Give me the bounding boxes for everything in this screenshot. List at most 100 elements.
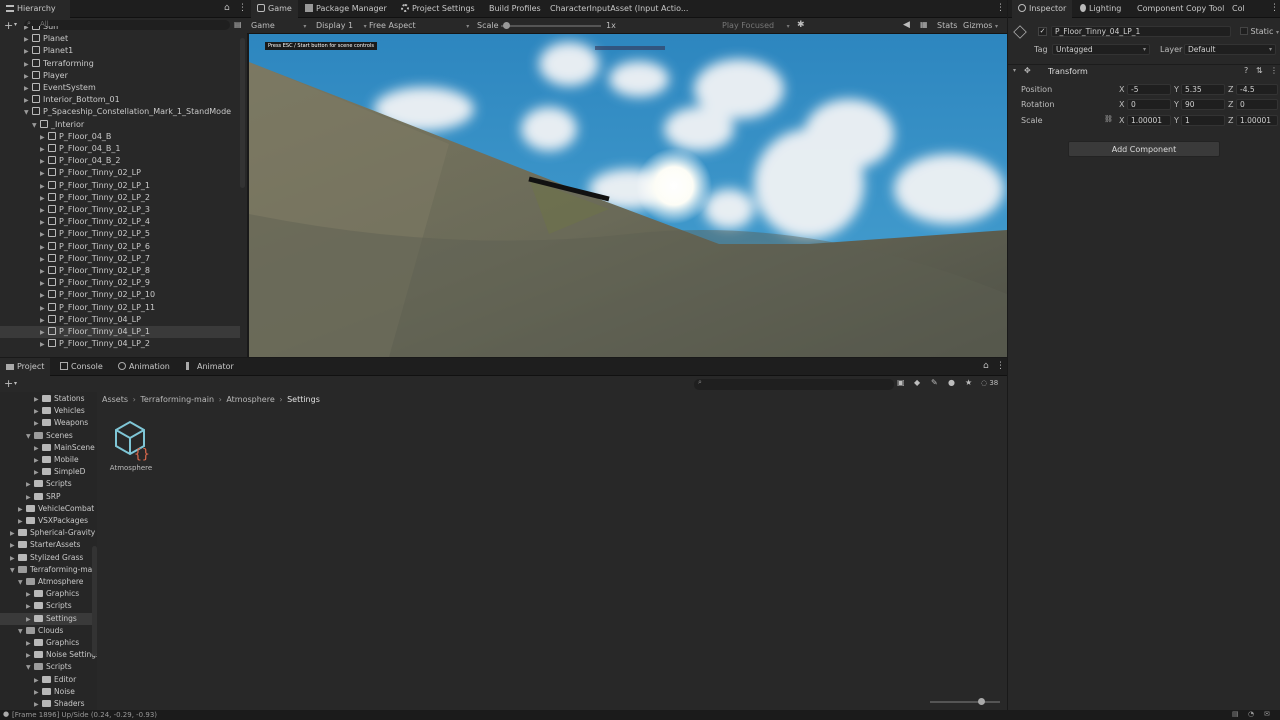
folder-tree-item[interactable]: ▶ Noise bbox=[0, 686, 97, 698]
expand-arrow-icon[interactable]: ▶ bbox=[40, 229, 48, 241]
hierarchy-item[interactable]: ▶ P_Floor_04_B_1 bbox=[0, 143, 240, 155]
expand-arrow-icon[interactable]: ▼ bbox=[18, 577, 26, 589]
tab-hierarchy[interactable]: Hierarchy bbox=[0, 0, 70, 18]
expand-arrow-icon[interactable]: ▶ bbox=[10, 540, 18, 552]
expand-arrow-icon[interactable]: ▼ bbox=[32, 120, 40, 132]
folder-tree-item[interactable]: ▶ Editor bbox=[0, 674, 97, 686]
expand-arrow-icon[interactable]: ▶ bbox=[34, 418, 42, 430]
scale-slider-handle[interactable] bbox=[503, 22, 510, 29]
expand-arrow-icon[interactable]: ▼ bbox=[10, 565, 18, 577]
lock-icon[interactable]: ⌂ bbox=[983, 361, 989, 371]
expand-arrow-icon[interactable]: ▶ bbox=[18, 504, 26, 516]
hierarchy-item[interactable]: ▶ P_Floor_Tinny_02_LP_5 bbox=[0, 228, 240, 240]
expand-arrow-icon[interactable]: ▶ bbox=[24, 83, 32, 95]
expand-arrow-icon[interactable]: ▶ bbox=[26, 638, 34, 650]
more-menu-icon[interactable]: ⋮ bbox=[996, 3, 1005, 13]
expand-arrow-icon[interactable]: ▶ bbox=[26, 614, 34, 626]
status-text[interactable]: [Frame 1896] Up/Side (0.24, -0.29, -0.93… bbox=[12, 711, 157, 719]
expand-arrow-icon[interactable]: ▶ bbox=[40, 303, 48, 315]
bug-icon[interactable]: ✱ bbox=[797, 20, 805, 30]
folder-tree-item[interactable]: ▶ Vehicles bbox=[0, 405, 97, 417]
add-icon[interactable]: + bbox=[4, 377, 13, 390]
expand-arrow-icon[interactable]: ▶ bbox=[26, 589, 34, 601]
tab-inspector[interactable]: Inspector bbox=[1012, 0, 1073, 18]
expand-arrow-icon[interactable]: ▶ bbox=[40, 266, 48, 278]
more-menu-icon[interactable]: ⋮ bbox=[238, 3, 247, 13]
layer-dropdown[interactable]: Default ▾ bbox=[1184, 44, 1276, 55]
expand-arrow-icon[interactable]: ▶ bbox=[40, 290, 48, 302]
folder-tree-item[interactable]: ▶ Settings bbox=[0, 612, 97, 626]
expand-arrow-icon[interactable]: ▶ bbox=[10, 528, 18, 540]
breadcrumb-terraforming[interactable]: Terraforming-main bbox=[140, 395, 214, 404]
stats-toggle[interactable]: Stats bbox=[937, 21, 957, 30]
object-name-field[interactable]: P_Floor_Tinny_04_LP_1 bbox=[1051, 26, 1231, 37]
expand-arrow-icon[interactable]: ▶ bbox=[40, 339, 48, 351]
expand-arrow-icon[interactable]: ▶ bbox=[40, 205, 48, 217]
preset-icon[interactable]: ⇅ bbox=[1256, 66, 1263, 75]
tab-build-profiles[interactable]: Build Profiles bbox=[483, 0, 547, 18]
folder-tree-item[interactable]: ▼ Terraforming-main bbox=[0, 564, 97, 576]
expand-arrow-icon[interactable]: ▶ bbox=[24, 59, 32, 71]
tab-collab[interactable]: Col bbox=[1226, 0, 1251, 18]
hierarchy-item[interactable]: ▶ P_Floor_Tinny_02_LP_8 bbox=[0, 265, 240, 277]
hierarchy-item[interactable]: ▶ P_Floor_Tinny_02_LP_9 bbox=[0, 277, 240, 289]
scale-y[interactable]: 1 bbox=[1181, 115, 1225, 126]
hierarchy-item[interactable]: ▶ EventSystem bbox=[0, 82, 240, 94]
info-icon[interactable]: ● bbox=[948, 378, 955, 387]
tab-console[interactable]: Console bbox=[54, 358, 109, 376]
tab-input-actions[interactable]: CharacterInputAsset (Input Actio... bbox=[544, 0, 694, 18]
folder-tree-item[interactable]: ▶ Mobile bbox=[0, 454, 97, 466]
folder-tree-item[interactable]: ▼ Clouds bbox=[0, 625, 97, 637]
hierarchy-item[interactable]: ▶ P_Floor_Tinny_02_LP_7 bbox=[0, 253, 240, 265]
hierarchy-item[interactable]: ▶ P_Floor_Tinny_04_LP_1 bbox=[0, 326, 240, 339]
hierarchy-scrollbar[interactable] bbox=[240, 38, 245, 188]
expand-arrow-icon[interactable]: ▶ bbox=[34, 675, 42, 687]
play-focused-dropdown[interactable]: Play Focused ▾ bbox=[722, 21, 790, 30]
expand-arrow-icon[interactable]: ▶ bbox=[26, 650, 34, 662]
filter-label-icon[interactable]: ◆ bbox=[914, 378, 920, 387]
hierarchy-item[interactable]: ▶ Interior_Bottom_01 bbox=[0, 94, 240, 106]
folder-tree-item[interactable]: ▼ Scenes bbox=[0, 430, 97, 442]
expand-arrow-icon[interactable]: ▶ bbox=[26, 479, 34, 491]
folder-tree-item[interactable]: ▶ Weapons bbox=[0, 417, 97, 429]
expand-arrow-icon[interactable]: ▼ bbox=[26, 431, 34, 443]
hierarchy-item[interactable]: ▶ P_Floor_Tinny_02_LP bbox=[0, 167, 240, 179]
add-component-button[interactable]: Add Component bbox=[1068, 141, 1220, 157]
expand-arrow-icon[interactable]: ▶ bbox=[24, 95, 32, 107]
rotation-x[interactable]: 0 bbox=[1127, 99, 1171, 110]
expand-arrow-icon[interactable]: ▶ bbox=[10, 553, 18, 565]
position-z[interactable]: -4.5 bbox=[1236, 84, 1278, 95]
folder-tree-item[interactable]: ▶ Stylized Grass bbox=[0, 552, 97, 564]
expand-arrow-icon[interactable]: ▶ bbox=[24, 34, 32, 46]
tab-package-manager[interactable]: Package Manager bbox=[299, 0, 393, 18]
component-menu-icon[interactable]: ⋮ bbox=[1270, 66, 1278, 75]
hierarchy-item[interactable]: ▶ P_Floor_Tinny_02_LP_3 bbox=[0, 204, 240, 216]
expand-arrow-icon[interactable]: ▶ bbox=[34, 467, 42, 479]
constrain-proportions-icon[interactable]: ⛓ bbox=[1104, 115, 1113, 123]
expand-arrow-icon[interactable]: ▶ bbox=[40, 315, 48, 327]
expand-arrow-icon[interactable]: ▶ bbox=[40, 181, 48, 193]
tab-project[interactable]: Project bbox=[0, 358, 51, 376]
favorite-icon[interactable]: ★ bbox=[965, 378, 972, 387]
folder-tree-item[interactable]: ▶ Scripts bbox=[0, 478, 97, 490]
expand-arrow-icon[interactable]: ▶ bbox=[24, 46, 32, 58]
project-tree-scrollbar[interactable] bbox=[92, 546, 97, 656]
position-y[interactable]: 5.35 bbox=[1181, 84, 1225, 95]
folder-tree-item[interactable]: ▶ SimpleD bbox=[0, 466, 97, 478]
game-mode-dropdown[interactable]: Game ▾ bbox=[251, 21, 306, 30]
tab-animator[interactable]: Animator bbox=[180, 358, 240, 376]
filter-type-icon[interactable]: ▣ bbox=[897, 378, 905, 387]
mute-audio-icon[interactable]: ◀ bbox=[903, 20, 910, 30]
hierarchy-item[interactable]: ▶ Player bbox=[0, 70, 240, 82]
zoom-slider-handle[interactable] bbox=[978, 698, 985, 705]
expand-arrow-icon[interactable]: ▶ bbox=[40, 327, 48, 339]
lock-icon[interactable]: ⌂ bbox=[224, 3, 230, 13]
scale-z[interactable]: 1.00001 bbox=[1236, 115, 1278, 126]
expand-arrow-icon[interactable]: ▶ bbox=[40, 254, 48, 266]
more-menu-icon[interactable]: ⋮ bbox=[1270, 3, 1279, 13]
active-checkbox[interactable]: ✓ bbox=[1038, 27, 1047, 36]
folder-tree-item[interactable]: ▶ Shaders bbox=[0, 698, 97, 710]
hierarchy-item[interactable]: ▶ P_Floor_Tinny_04_LP bbox=[0, 314, 240, 326]
expand-arrow-icon[interactable]: ▼ bbox=[18, 626, 26, 638]
scale-slider[interactable] bbox=[501, 22, 601, 29]
